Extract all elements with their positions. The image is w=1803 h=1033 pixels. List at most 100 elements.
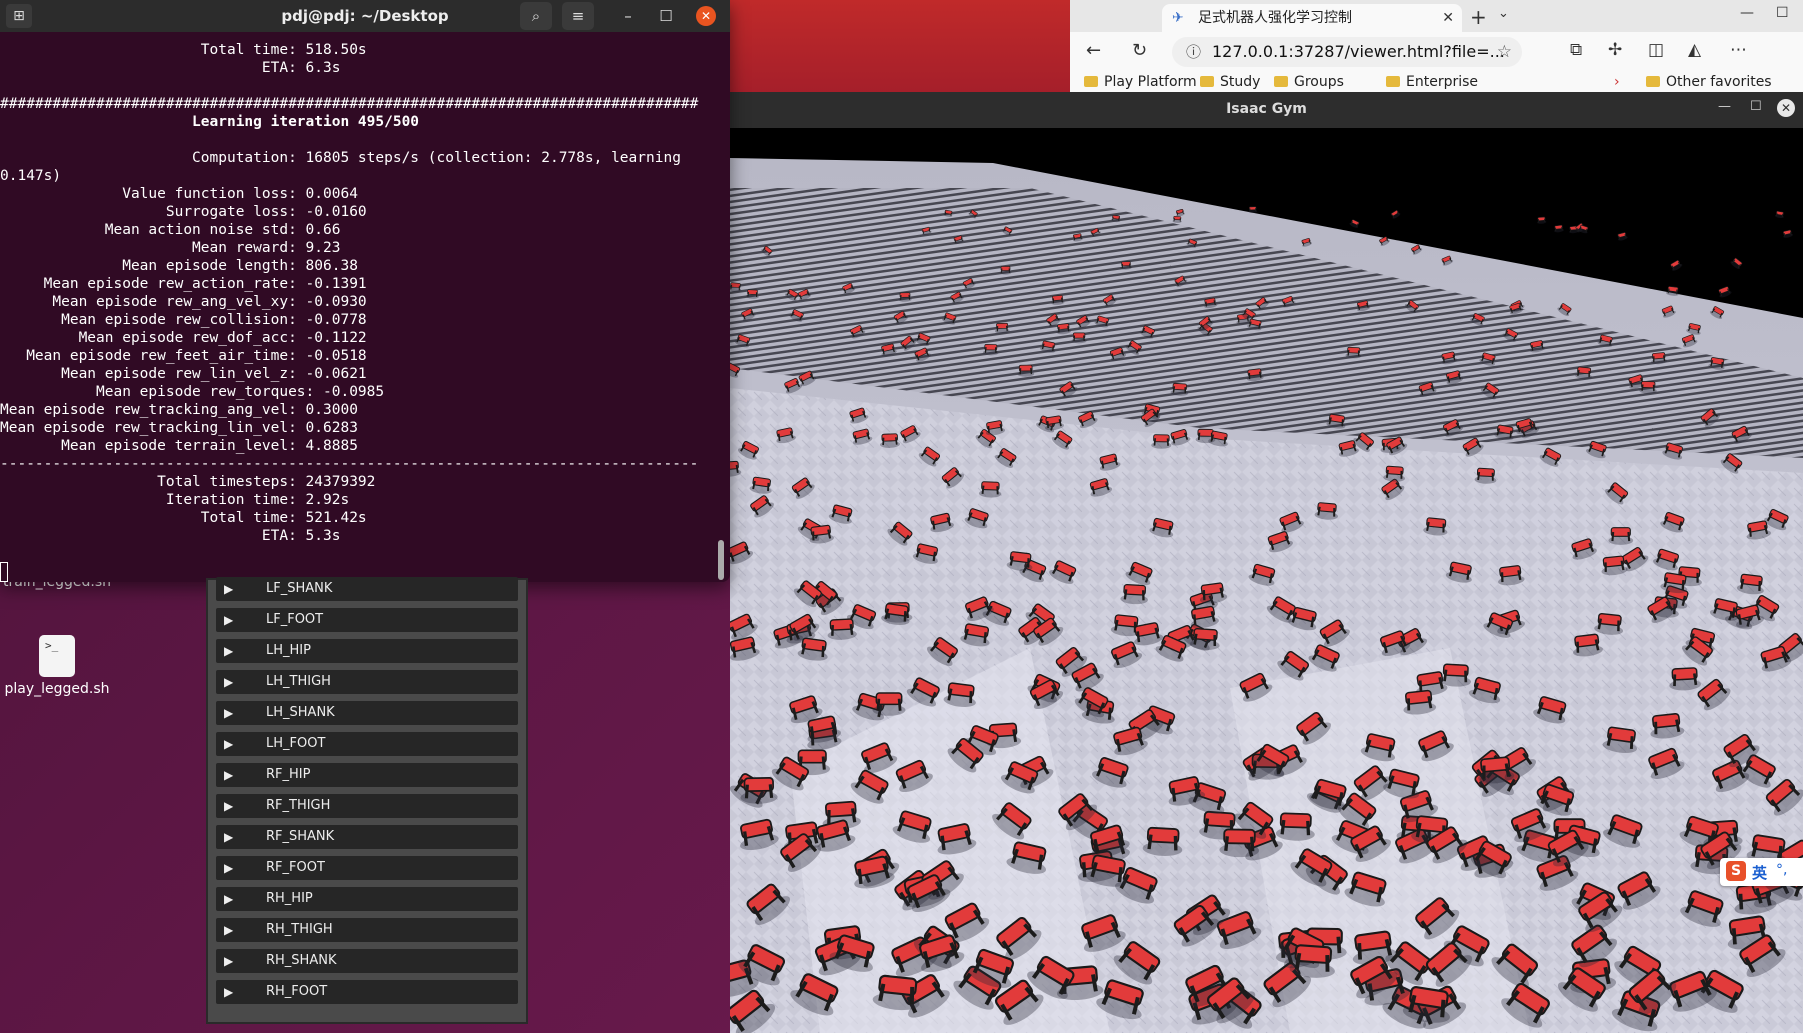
robot <box>1345 346 1362 359</box>
site-info-icon[interactable]: ⓘ <box>1186 37 1201 67</box>
bookmarks-bar: Play Platform Study Groups Enterprise › … <box>1070 72 1803 92</box>
bookmark-folder[interactable]: Enterprise <box>1386 74 1478 90</box>
joint-row[interactable]: ▶ RH_HIP <box>216 887 518 911</box>
robot <box>872 692 906 716</box>
joint-label: LF_SHANK <box>266 581 333 596</box>
browser-tab[interactable]: ✈ 足式机器人强化学习控制 ✕ <box>1162 4 1462 32</box>
gym-minimize-icon[interactable]: — <box>1718 99 1731 114</box>
search-icon[interactable]: ⌕ <box>520 2 552 30</box>
triangle-right-icon[interactable]: ▶ <box>224 577 233 601</box>
joint-label: RH_HIP <box>266 891 313 906</box>
bookmark-folder[interactable]: Other favorites <box>1646 74 1772 90</box>
split-screen-icon[interactable]: ◫ <box>1648 40 1664 60</box>
terminal-header-bar: ⊞ pdj@pdj: ~/Desktop ⌕ ≡ – ☐ ✕ <box>0 0 730 32</box>
joint-label: RF_FOOT <box>266 860 325 875</box>
joint-row[interactable]: ▶ RF_THIGH <box>216 794 518 818</box>
tab-title: 足式机器人强化学习控制 <box>1198 10 1352 26</box>
triangle-right-icon[interactable]: ▶ <box>224 639 233 663</box>
joint-label: LH_HIP <box>266 643 311 658</box>
joint-row[interactable]: ▶ RF_FOOT <box>216 856 518 880</box>
robot <box>1172 216 1182 223</box>
terminal-line: Mean reward: 9.23 <box>0 240 341 256</box>
bookmarks-overflow-chevron-icon[interactable]: › <box>1614 74 1620 90</box>
folder-icon <box>1274 76 1288 87</box>
tab-list-chevron-icon[interactable]: ⌄ <box>1498 6 1509 21</box>
robot <box>1439 663 1471 687</box>
extensions-icon[interactable]: ✢ <box>1608 40 1622 60</box>
profile-icon[interactable]: ◭ <box>1688 40 1701 60</box>
terminal-output[interactable]: Total time: 518.50s ETA: 6.3s ##########… <box>0 32 730 582</box>
triangle-right-icon[interactable]: ▶ <box>224 608 233 632</box>
maximize-icon[interactable]: ☐ <box>650 2 682 30</box>
terminal-line: ETA: 6.3s <box>0 60 341 76</box>
robot <box>1474 467 1497 484</box>
joint-label: RF_THIGH <box>266 798 331 813</box>
joint-row[interactable]: ▶ LH_SHANK <box>216 701 518 725</box>
collections-icon[interactable]: ⧉ <box>1570 40 1582 60</box>
joint-row[interactable]: ▶ RF_SHANK <box>216 825 518 849</box>
folder-icon <box>1200 76 1214 87</box>
terminal-scrollbar[interactable] <box>718 540 724 580</box>
robot <box>1248 206 1258 213</box>
triangle-right-icon[interactable]: ▶ <box>224 949 233 973</box>
robot <box>730 282 742 292</box>
browser-maximize-icon[interactable]: ☐ <box>1776 5 1789 21</box>
joint-label: LF_FOOT <box>266 612 324 627</box>
terminal-line: Mean episode rew_lin_vel_z: -0.0621 <box>0 366 367 382</box>
triangle-right-icon[interactable]: ▶ <box>224 918 233 942</box>
bookmark-folder[interactable]: Groups <box>1274 74 1344 90</box>
robot <box>879 433 900 448</box>
tab-close-icon[interactable]: ✕ <box>1442 4 1454 32</box>
gym-maximize-icon[interactable]: ☐ <box>1750 99 1762 114</box>
back-arrow-icon[interactable]: ← <box>1086 40 1101 61</box>
desktop-icon-play-legged[interactable]: >_ play_legged.sh <box>2 635 112 697</box>
hamburger-icon[interactable]: ≡ <box>562 2 594 30</box>
terminal-line: Mean episode rew_collision: -0.0778 <box>0 312 367 328</box>
triangle-right-icon[interactable]: ▶ <box>224 701 233 725</box>
triangle-right-icon[interactable]: ▶ <box>224 670 233 694</box>
simulation-viewport[interactable] <box>730 128 1803 1033</box>
joint-row[interactable]: ▶ RH_THIGH <box>216 918 518 942</box>
joint-row[interactable]: ▶ RH_SHANK <box>216 949 518 973</box>
terminal-line: Mean action noise std: 0.66 <box>0 222 341 238</box>
reload-icon[interactable]: ↻ <box>1132 40 1147 61</box>
browser-minimize-icon[interactable]: — <box>1740 5 1754 21</box>
terminal-line: Mean episode rew_tracking_ang_vel: 0.300… <box>0 402 358 418</box>
robot <box>1275 812 1315 841</box>
robot <box>982 344 999 356</box>
folder-icon <box>1084 76 1098 87</box>
triangle-right-icon[interactable]: ▶ <box>224 732 233 756</box>
joint-row[interactable]: ▶ RF_HIP <box>216 763 518 787</box>
bookmark-folder[interactable]: Play Platform <box>1084 74 1197 90</box>
terminal-line: Mean episode rew_dof_acc: -0.1122 <box>0 330 367 346</box>
gym-close-icon[interactable]: ✕ <box>1777 99 1795 117</box>
browser-nav-bar: ← ↻ ⓘ 127.0.0.1:37287/viewer.html?file=.… <box>1070 32 1803 72</box>
triangle-right-icon[interactable]: ▶ <box>224 825 233 849</box>
joint-row[interactable]: ▶ LF_FOOT <box>216 608 518 632</box>
triangle-right-icon[interactable]: ▶ <box>224 887 233 911</box>
joint-row[interactable]: ▶ LH_HIP <box>216 639 518 663</box>
more-menu-icon[interactable]: ⋯ <box>1730 40 1747 60</box>
joint-label: RF_SHANK <box>266 829 335 844</box>
triangle-right-icon[interactable]: ▶ <box>224 794 233 818</box>
terminal-line: Mean episode rew_feet_air_time: -0.0518 <box>0 348 367 364</box>
joint-label: LH_SHANK <box>266 705 335 720</box>
robot <box>1189 627 1220 650</box>
terminal-window: ⊞ pdj@pdj: ~/Desktop ⌕ ≡ – ☐ ✕ Total tim… <box>0 0 730 582</box>
favorite-star-icon[interactable]: ☆ <box>1497 37 1512 67</box>
new-tab-button[interactable]: + <box>1470 4 1487 30</box>
triangle-right-icon[interactable]: ▶ <box>224 856 233 880</box>
robot <box>1071 332 1087 344</box>
terminal-line: Total timesteps: 24379392 <box>0 474 376 490</box>
joint-row[interactable]: ▶ LH_FOOT <box>216 732 518 756</box>
bookmark-folder[interactable]: Study <box>1200 74 1260 90</box>
close-icon[interactable]: ✕ <box>696 6 716 26</box>
ime-toolbar[interactable]: S 英 °, <box>1720 858 1803 886</box>
triangle-right-icon[interactable]: ▶ <box>224 763 233 787</box>
minimize-icon[interactable]: – <box>612 2 644 30</box>
joint-row[interactable]: ▶ LF_SHANK <box>216 577 518 601</box>
joint-row[interactable]: ▶ LH_THIGH <box>216 670 518 694</box>
triangle-right-icon[interactable]: ▶ <box>224 980 233 1004</box>
joint-row[interactable]: ▶ RH_FOOT <box>216 980 518 1004</box>
address-bar[interactable]: ⓘ 127.0.0.1:37287/viewer.html?file=... ☆ <box>1172 37 1522 67</box>
